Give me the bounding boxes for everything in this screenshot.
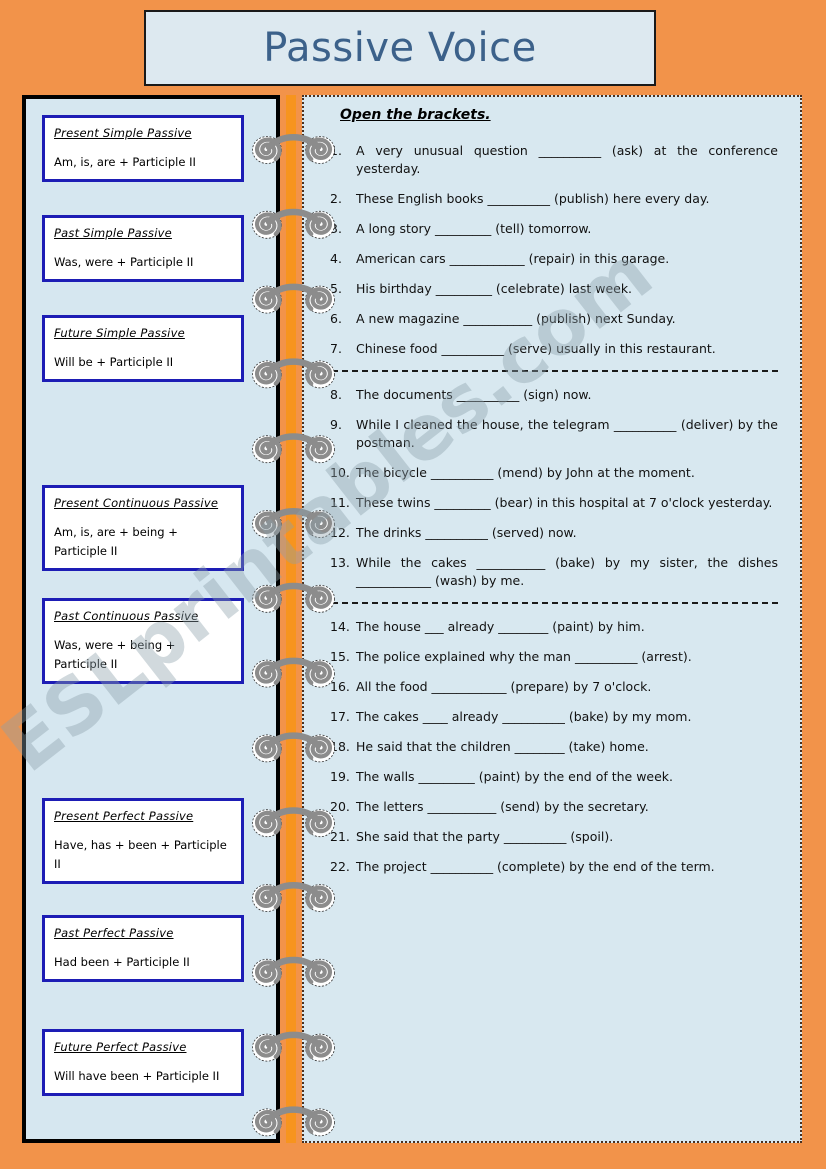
grammar-box-formula: Am, is, are + Participle II [54, 155, 196, 169]
exercise-item-text[interactable]: While the cakes ___________ (bake) by my… [356, 554, 778, 590]
exercise-item: 8. The documents __________ (sign) now. [330, 386, 778, 404]
exercise-item-text[interactable]: The letters ___________ (send) by the se… [356, 798, 778, 816]
exercise-item-text[interactable]: The walls _________ (paint) by the end o… [356, 768, 778, 786]
grammar-reference-panel: Present Simple Passive Am, is, are + Par… [22, 95, 280, 1143]
exercise-item-number: 5. [330, 281, 342, 296]
exercise-item: 10. The bicycle __________ (mend) by John… [330, 464, 778, 482]
grammar-box-present-perfect: Present Perfect Passive Have, has + been… [42, 798, 244, 884]
exercise-item-text[interactable]: The police explained why the man _______… [356, 648, 778, 666]
page-title: Passive Voice [263, 25, 537, 71]
grammar-box-formula: Have, has + been + Participle II [54, 838, 227, 871]
exercise-item: 20. The letters ___________ (send) by the… [330, 798, 778, 816]
grammar-box-title: Past Perfect Passive [54, 926, 174, 940]
exercise-item: 14. The house ___ already ________ (paint… [330, 618, 778, 636]
grammar-box-future-perfect: Future Perfect Passive Will have been + … [42, 1029, 244, 1096]
grammar-box-future-simple: Future Simple Passive Will be + Particip… [42, 315, 244, 382]
exercise-item-number: 22. [330, 859, 350, 874]
grammar-box-title: Past Continuous Passive [54, 609, 199, 623]
exercise-item: 6. A new magazine ___________ (publish) n… [330, 310, 778, 328]
exercise-item-text[interactable]: American cars ____________ (repair) in t… [356, 250, 778, 268]
grammar-box-formula: Was, were + Participle II [54, 255, 194, 269]
exercise-item-number: 9. [330, 417, 342, 432]
exercise-item-number: 18. [330, 739, 350, 754]
exercise-item: 7. Chinese food __________ (serve) usuall… [330, 340, 778, 358]
exercise-item-text[interactable]: She said that the party __________ (spoi… [356, 828, 778, 846]
exercise-item: 13. While the cakes ___________ (bake) by… [330, 554, 778, 590]
exercise-item-number: 3. [330, 221, 342, 236]
grammar-box-past-simple: Past Simple Passive Was, were + Particip… [42, 215, 244, 282]
exercise-item-text[interactable]: A very unusual question __________ (ask)… [356, 142, 778, 178]
exercise-item-number: 14. [330, 619, 350, 634]
exercise-item-text[interactable]: The bicycle __________ (mend) by John at… [356, 464, 778, 482]
exercise-item-text[interactable]: The cakes ____ already __________ (bake)… [356, 708, 778, 726]
exercise-item-number: 15. [330, 649, 350, 664]
grammar-box-title: Present Simple Passive [54, 126, 192, 140]
exercise-item-text[interactable]: The house ___ already ________ (paint) b… [356, 618, 778, 636]
exercise-item: 5. His birthday _________ (celebrate) las… [330, 280, 778, 298]
grammar-box-past-perfect: Past Perfect Passive Had been + Particip… [42, 915, 244, 982]
grammar-box-title: Present Continuous Passive [54, 496, 219, 510]
grammar-box-title: Past Simple Passive [54, 226, 172, 240]
exercise-item-number: 19. [330, 769, 350, 784]
exercise-item-number: 16. [330, 679, 350, 694]
exercise-item-text[interactable]: The documents __________ (sign) now. [356, 386, 778, 404]
exercise-item: 11. These twins _________ (bear) in this … [330, 494, 778, 512]
grammar-box-present-continuous: Present Continuous Passive Am, is, are +… [42, 485, 244, 571]
exercise-item-number: 8. [330, 387, 342, 402]
exercise-item-number: 21. [330, 829, 350, 844]
exercise-item: 3. A long story _________ (tell) tomorrow… [330, 220, 778, 238]
exercise-item-text[interactable]: The drinks __________ (served) now. [356, 524, 778, 542]
grammar-box-past-continuous: Past Continuous Passive Was, were + bein… [42, 598, 244, 684]
grammar-box-formula: Am, is, are + being + Participle II [54, 525, 178, 558]
exercise-item-number: 13. [330, 555, 350, 570]
exercise-item: 21. She said that the party __________ (s… [330, 828, 778, 846]
spiral-binding-strip [286, 95, 296, 1143]
section-separator [332, 602, 778, 604]
exercise-item-text[interactable]: The project __________ (complete) by the… [356, 858, 778, 876]
exercise-item: 19. The walls _________ (paint) by the en… [330, 768, 778, 786]
exercise-item-number: 17. [330, 709, 350, 724]
grammar-box-formula: Had been + Participle II [54, 955, 190, 969]
exercise-item-number: 20. [330, 799, 350, 814]
section-separator [332, 370, 778, 372]
exercise-item: 2. These English books __________ (publis… [330, 190, 778, 208]
exercise-item-text[interactable]: He said that the children ________ (take… [356, 738, 778, 756]
grammar-box-title: Future Perfect Passive [54, 1040, 187, 1054]
exercise-item-number: 4. [330, 251, 342, 266]
exercise-item: 9. While I cleaned the house, the telegra… [330, 416, 778, 452]
exercise-item: 18. He said that the children ________ (t… [330, 738, 778, 756]
exercise-item-text[interactable]: All the food ____________ (prepare) by 7… [356, 678, 778, 696]
grammar-box-title: Future Simple Passive [54, 326, 185, 340]
exercise-item-number: 2. [330, 191, 342, 206]
exercise-item-text[interactable]: These English books __________ (publish)… [356, 190, 778, 208]
exercise-item-number: 7. [330, 341, 342, 356]
exercise-item-text[interactable]: A long story _________ (tell) tomorrow. [356, 220, 778, 238]
exercise-item: 22. The project __________ (complete) by … [330, 858, 778, 876]
exercise-item-number: 6. [330, 311, 342, 326]
exercise-item-text[interactable]: These twins _________ (bear) in this hos… [356, 494, 778, 512]
exercise-item-number: 1. [330, 143, 342, 158]
exercise-item-text[interactable]: While I cleaned the house, the telegram … [356, 416, 778, 452]
exercise-item: 12. The drinks __________ (served) now. [330, 524, 778, 542]
exercise-item: 4. American cars ____________ (repair) in… [330, 250, 778, 268]
exercise-item: 16. All the food ____________ (prepare) b… [330, 678, 778, 696]
exercise-item: 17. The cakes ____ already __________ (ba… [330, 708, 778, 726]
exercise-panel: Open the brackets. 1. A very unusual ques… [302, 95, 802, 1143]
exercise-heading: Open the brackets. [340, 107, 491, 123]
grammar-box-formula: Was, were + being + Participle II [54, 638, 176, 671]
grammar-box-formula: Will have been + Participle II [54, 1069, 220, 1083]
exercise-item-number: 12. [330, 525, 350, 540]
exercise-item: 15. The police explained why the man ____… [330, 648, 778, 666]
grammar-box-title: Present Perfect Passive [54, 809, 194, 823]
exercise-item-text[interactable]: His birthday _________ (celebrate) last … [356, 280, 778, 298]
grammar-box-present-simple: Present Simple Passive Am, is, are + Par… [42, 115, 244, 182]
exercise-item-text[interactable]: Chinese food __________ (serve) usually … [356, 340, 778, 358]
exercise-item: 1. A very unusual question __________ (as… [330, 142, 778, 178]
exercise-item-number: 11. [330, 495, 350, 510]
exercise-item-text[interactable]: A new magazine ___________ (publish) nex… [356, 310, 778, 328]
worksheet-title-bar: Passive Voice [144, 10, 656, 86]
exercise-list: 1. A very unusual question __________ (as… [330, 142, 778, 888]
exercise-item-number: 10. [330, 465, 350, 480]
grammar-box-formula: Will be + Participle II [54, 355, 174, 369]
